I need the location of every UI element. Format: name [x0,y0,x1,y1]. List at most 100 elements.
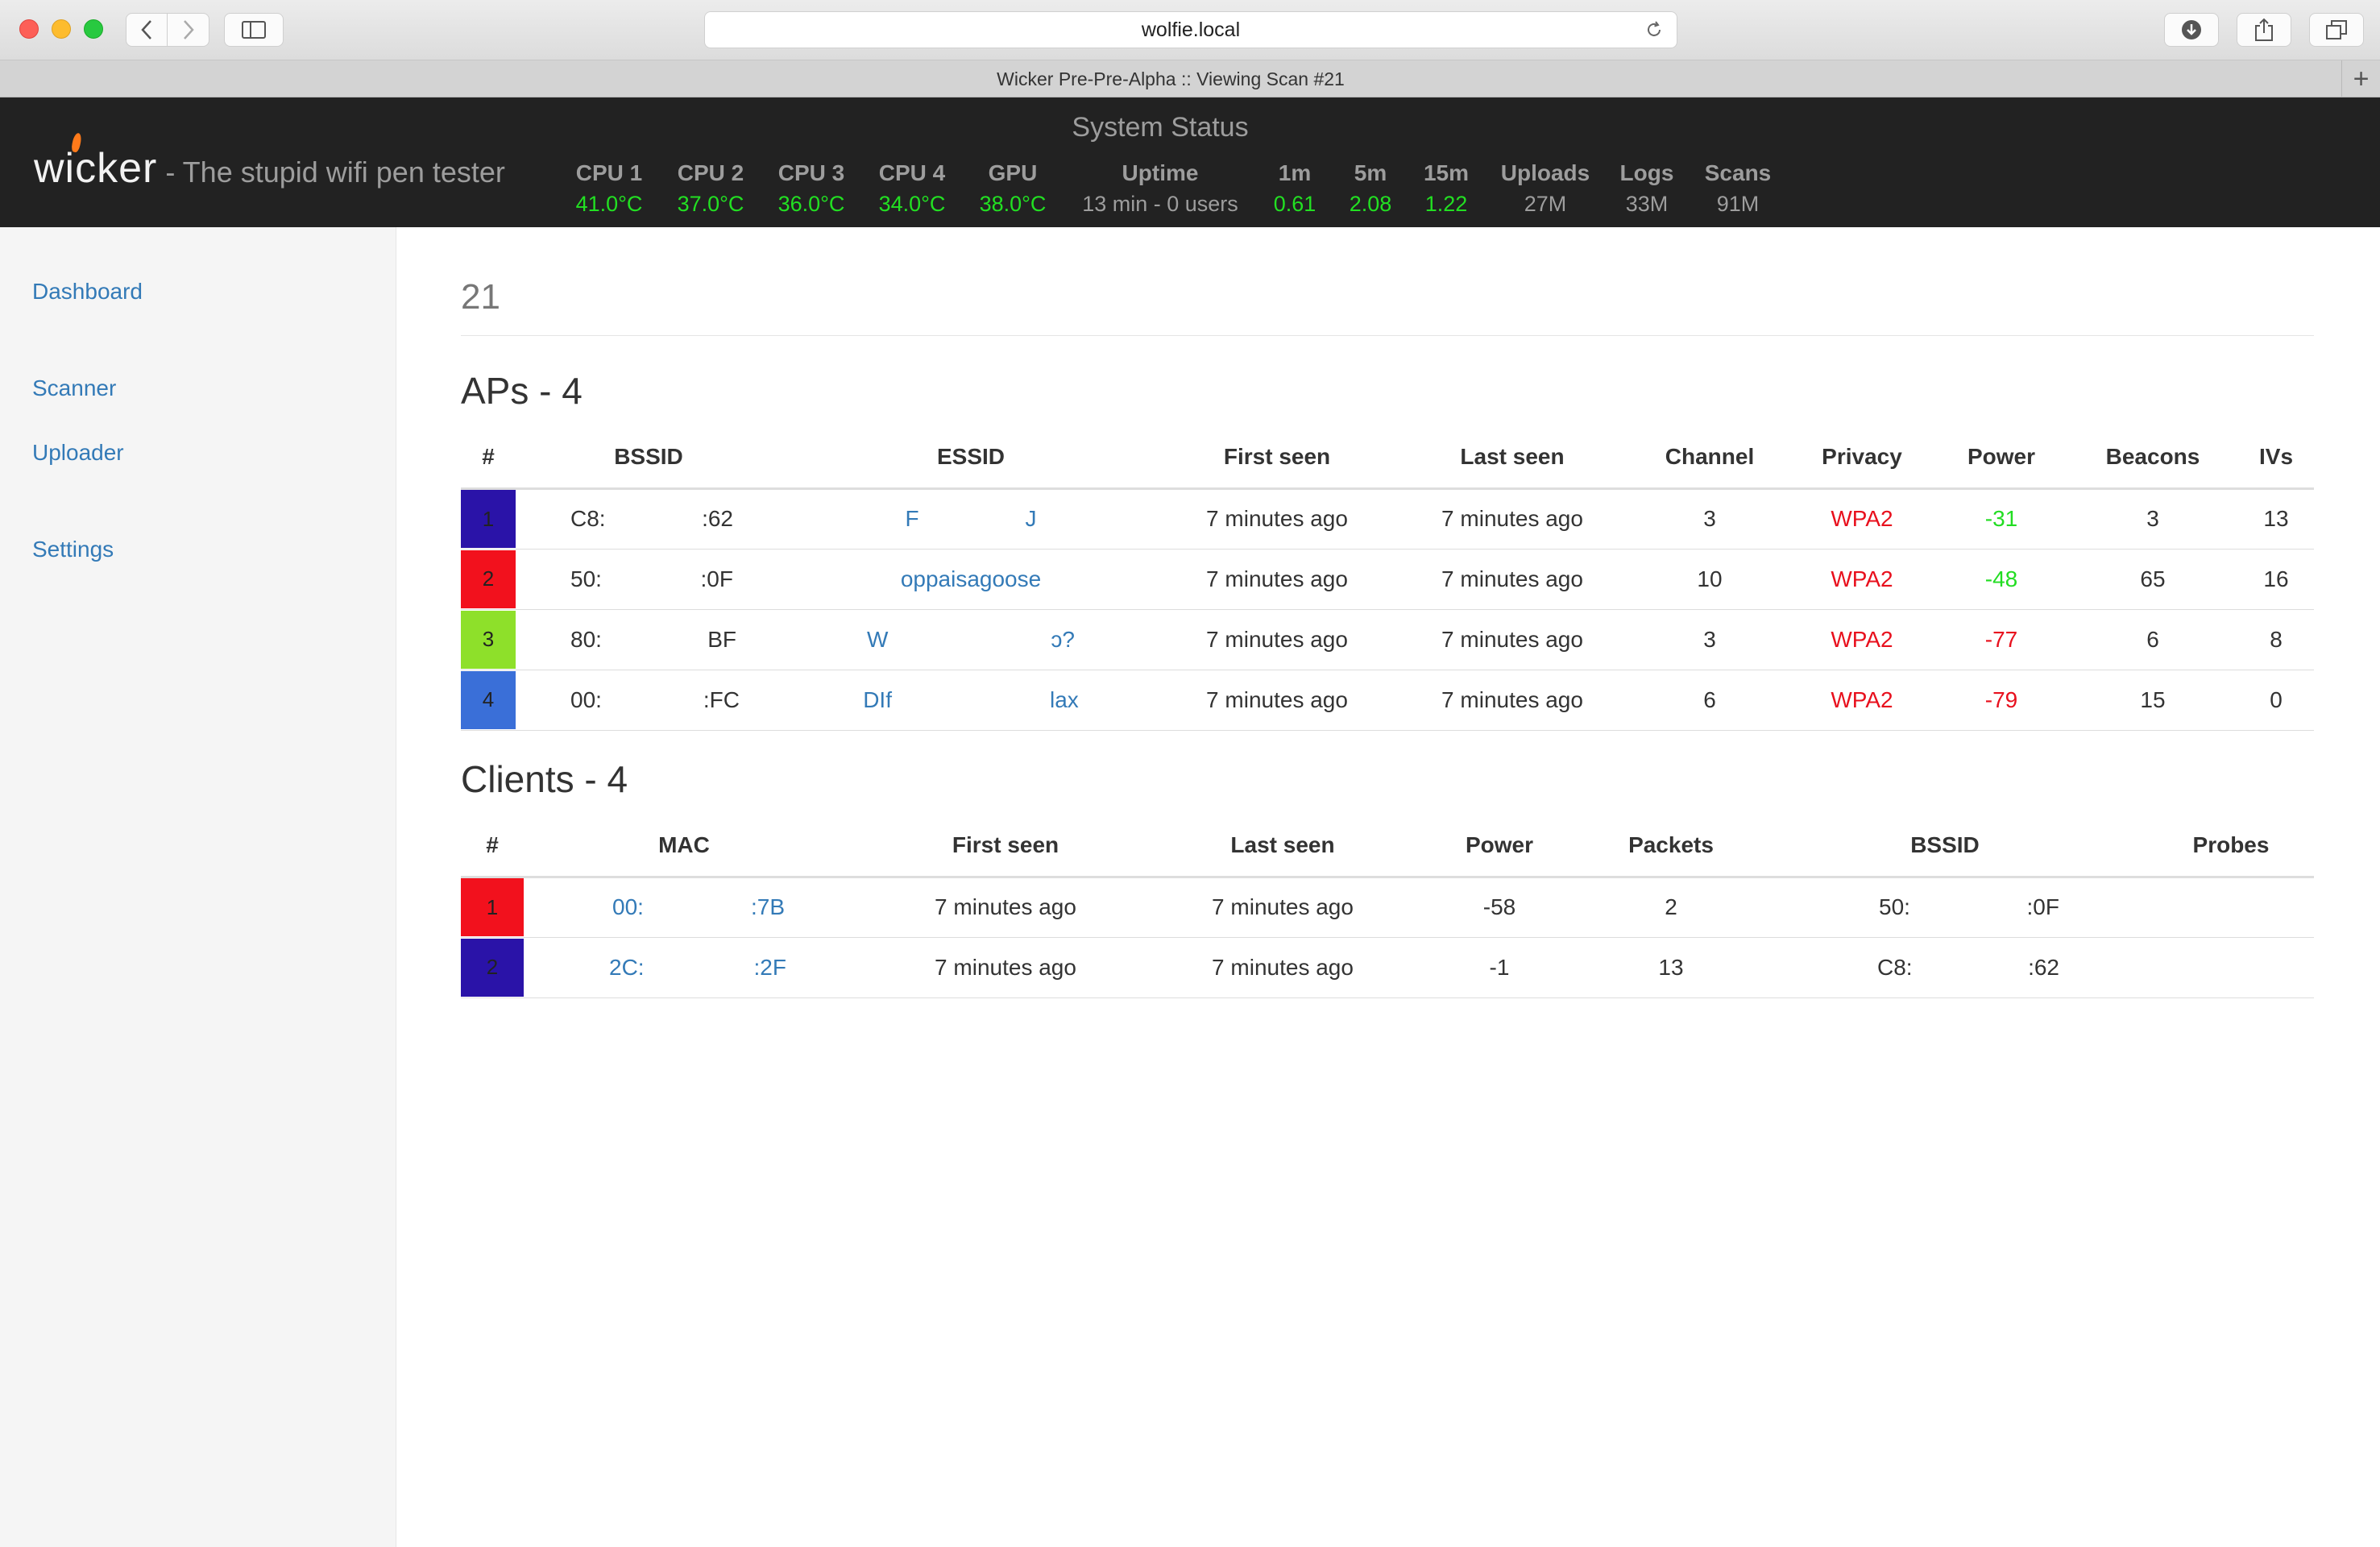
bssid-suffix: :62 [2028,954,2059,980]
column-header[interactable]: MAC [524,815,844,878]
app-header: wicker - The stupid wifi pen tester Syst… [0,97,2380,227]
mac-suffix: :2F [753,954,786,980]
chevron-left-icon [141,20,151,39]
brand-logo: wicker [34,132,157,193]
column-header[interactable]: Beacons [2067,427,2238,490]
bssid-suffix: :62 [702,506,733,531]
column-header[interactable]: BSSID [516,427,782,490]
power-cell: -58 [1399,877,1600,938]
sidebar: Dashboard Scanner Uploader Settings [0,227,396,1547]
first-seen-cell: 7 minutes ago [844,937,1167,998]
stat-value: 13 min - 0 users [1082,192,1238,216]
essid-suffix: ɔ? [1051,626,1075,652]
first-seen-cell: 7 minutes ago [1160,609,1394,670]
last-seen-cell: 7 minutes ago [1167,937,1399,998]
column-header[interactable]: BSSID [1742,815,2148,878]
ap-color-swatch: 1 [461,490,516,548]
essid-text: oppaisagoose [900,566,1042,591]
sidebar-item-dashboard[interactable]: Dashboard [32,279,143,305]
essid-cell: oppaisagoose [782,549,1160,610]
forward-button[interactable] [168,13,209,47]
stat-value: 36.0°C [777,192,845,216]
clients-table: # MAC First seen Last seen Power Packets… [461,815,2314,998]
sidebar-item-settings[interactable]: Settings [32,537,114,562]
table-row: 4 00::FC DIf lax 7 minutes ago 7 minutes … [461,670,2314,731]
power-cell: -48 [1935,549,2067,610]
close-window-button[interactable] [19,19,39,39]
stat-value: 27M [1524,192,1567,216]
column-header[interactable]: Last seen [1394,427,1631,490]
show-sidebar-button[interactable] [224,13,284,47]
sidebar-item-scanner[interactable]: Scanner [32,375,116,401]
page-title: 21 [461,277,500,317]
share-button[interactable] [2237,13,2291,47]
table-row: 1 C8::62 FJ 7 minutes ago 7 minutes ago … [461,488,2314,550]
column-header[interactable]: First seen [844,815,1167,878]
row-number-cell: 4 [461,670,516,731]
stat-load-15m: 15m 1.22 [1424,159,1469,220]
column-header[interactable]: IVs [2238,427,2314,490]
aps-section-title: APs - 4 [461,370,583,412]
sidebar-item-uploader[interactable]: Uploader [32,440,124,466]
new-tab-button[interactable]: + [2341,60,2380,97]
privacy-cell: WPA2 [1789,549,1935,610]
stat-value: 41.0°C [575,192,643,216]
essid-link[interactable]: DIf lax [782,687,1160,713]
essid-link[interactable]: oppaisagoose [901,566,1041,591]
column-header[interactable]: # [461,427,516,490]
ivs-cell: 16 [2238,549,2314,610]
column-header[interactable]: Power [1935,427,2067,490]
address-bar[interactable]: wolfie.local [704,11,1677,48]
minimize-window-button[interactable] [52,19,71,39]
column-header[interactable]: # [461,815,524,878]
mac-cell: 00::7B [524,877,844,938]
channel-cell: 6 [1631,670,1789,731]
privacy-cell: WPA2 [1789,488,1935,550]
last-seen-cell: 7 minutes ago [1394,488,1631,550]
stat-value: 0.61 [1273,192,1316,216]
essid-link[interactable]: FJ [782,506,1160,532]
back-button[interactable] [126,13,168,47]
beacons-cell: 3 [2067,488,2238,550]
essid-suffix: J [1025,506,1037,531]
url-text: wolfie.local [1141,18,1241,41]
active-tab[interactable]: Wicker Pre-Pre-Alpha :: Viewing Scan #21 [0,60,2341,97]
column-header[interactable]: Privacy [1789,427,1935,490]
column-header[interactable]: Power [1399,815,1600,878]
stat-value: 38.0°C [979,192,1047,216]
stat-label: CPU 4 [878,160,946,185]
column-header[interactable]: Last seen [1167,815,1399,878]
column-header[interactable]: ESSID [782,427,1160,490]
last-seen-cell: 7 minutes ago [1167,877,1399,938]
brand[interactable]: wicker - The stupid wifi pen tester [34,132,505,193]
power-cell: -79 [1935,670,2067,731]
column-header[interactable]: Probes [2148,815,2314,878]
probes-cell [2148,877,2314,938]
stat-label: Logs [1619,160,1674,185]
column-header[interactable]: Channel [1631,427,1789,490]
first-seen-cell: 7 minutes ago [1160,549,1394,610]
chevron-right-icon [183,20,194,39]
packets-cell: 13 [1600,937,1742,998]
column-header[interactable]: First seen [1160,427,1394,490]
ivs-cell: 8 [2238,609,2314,670]
mac-prefix: 00: [612,894,644,919]
mac-link[interactable]: 2C::2F [524,955,844,981]
stat-cpu2: CPU 2 37.0°C [678,159,744,220]
client-color-swatch: 2 [461,938,524,997]
mac-link[interactable]: 00::7B [524,894,844,920]
row-number-cell: 2 [461,549,516,610]
bssid-prefix: 50: [570,566,602,591]
stat-uploads: Uploads 27M [1501,159,1590,220]
zoom-window-button[interactable] [84,19,103,39]
essid-link[interactable]: Wɔ? [782,627,1160,653]
aps-table: # BSSID ESSID First seen Last seen Chann… [461,427,2314,731]
reload-icon[interactable] [1644,20,1664,39]
stat-value: 2.08 [1349,192,1392,216]
show-tabs-button[interactable] [2309,13,2364,47]
downloads-button[interactable] [2164,13,2219,47]
essid-cell: Wɔ? [782,609,1160,670]
client-color-swatch: 1 [461,878,524,936]
column-header[interactable]: Packets [1600,815,1742,878]
power-cell: -1 [1399,937,1600,998]
